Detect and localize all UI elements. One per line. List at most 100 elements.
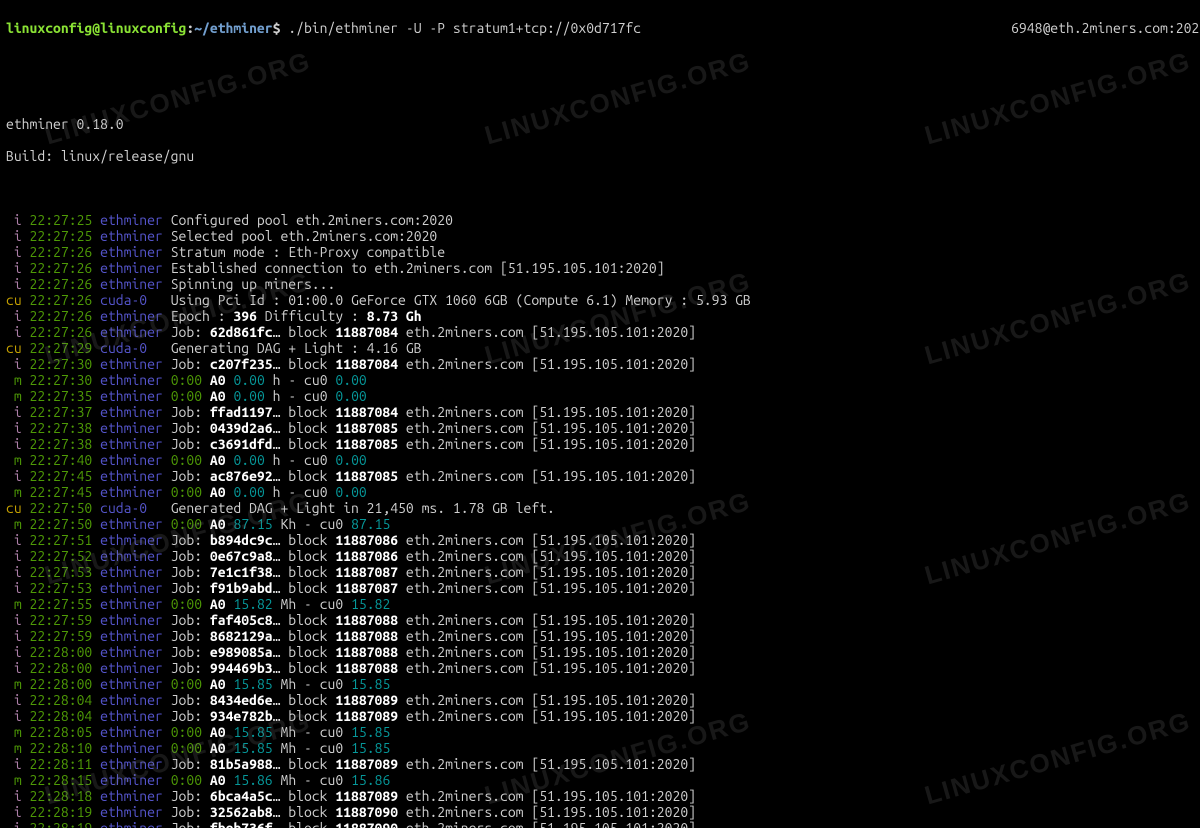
log-text: f91b9abd… xyxy=(210,580,281,596)
log-source: ethminer xyxy=(100,420,163,436)
stat-rate: 0.00 xyxy=(233,388,264,404)
log-text: Generating DAG + Light : 4.16 GB xyxy=(171,340,422,356)
version-line: ethminer 0.18.0 xyxy=(6,116,1194,132)
log-output: i 22:27:25 ethminer Configured pool eth.… xyxy=(6,212,1194,828)
log-text: Job: xyxy=(171,468,210,484)
prompt-user: linuxconfig xyxy=(6,20,92,36)
log-text: block xyxy=(280,420,335,436)
blank-line xyxy=(6,84,1194,100)
log-line: cu 22:27:29 cuda-0 Generating DAG + Ligh… xyxy=(6,340,1194,356)
log-tag: m xyxy=(6,516,22,532)
log-text: eth.2miners.com [51.195.105.101:2020] xyxy=(398,580,696,596)
log-text: Configured pool eth.2miners.com:2020 xyxy=(171,212,453,228)
log-text: block xyxy=(280,788,335,804)
log-text: 6bca4a5c… xyxy=(210,788,281,804)
stat-rate: 15.85 xyxy=(233,724,272,740)
log-line: i 22:27:51 ethminer Job: b894dc9c… block… xyxy=(6,532,1194,548)
log-text: Selected pool eth.2miners.com:2020 xyxy=(171,228,438,244)
log-text: block xyxy=(280,804,335,820)
log-time: 22:27:45 xyxy=(30,468,93,484)
stat-device-rate: 0.00 xyxy=(335,372,366,388)
log-text: eth.2miners.com [51.195.105.101:2020] xyxy=(398,660,696,676)
log-tag: i xyxy=(6,804,22,820)
log-text: eth.2miners.com [51.195.105.101:2020] xyxy=(398,468,696,484)
log-text: eth.2miners.com [51.195.105.101:2020] xyxy=(398,612,696,628)
log-time: 22:28:19 xyxy=(30,820,93,828)
log-line: i 22:27:25 ethminer Configured pool eth.… xyxy=(6,212,1194,228)
log-source: ethminer xyxy=(100,804,163,820)
log-source: ethminer xyxy=(100,708,163,724)
stat-rate: 15.85 xyxy=(233,676,272,692)
log-tag: i xyxy=(6,228,22,244)
log-source: ethminer xyxy=(100,468,163,484)
log-text: 11887087 xyxy=(335,564,398,580)
stat-accepted: A0 xyxy=(210,372,226,388)
stat-rate: 15.86 xyxy=(233,772,272,788)
log-tag: i xyxy=(6,532,22,548)
log-text: 11887087 xyxy=(335,580,398,596)
terminal[interactable]: linuxconfig@linuxconfig:~/ethminer$ ./bi… xyxy=(0,0,1200,828)
stat-rate: 0.00 xyxy=(233,452,264,468)
log-text: Difficulty : xyxy=(257,308,367,324)
log-text: block xyxy=(280,820,335,828)
log-text: Job: xyxy=(171,820,210,828)
log-text: 11887089 xyxy=(335,756,398,772)
log-text: Job: xyxy=(171,660,210,676)
log-source: cuda-0 xyxy=(100,500,163,516)
log-text: c207f235… xyxy=(210,356,281,372)
log-source: ethminer xyxy=(100,772,163,788)
log-text: 11887090 xyxy=(335,820,398,828)
log-text: Job: xyxy=(171,564,210,580)
stat-device-rate: 0.00 xyxy=(335,452,366,468)
stat-elapsed: 0:00 xyxy=(171,372,202,388)
stat-accepted: A0 xyxy=(210,772,226,788)
log-source: ethminer xyxy=(100,676,163,692)
stat-unit: Mh xyxy=(280,676,296,692)
log-text: 11887088 xyxy=(335,660,398,676)
stat-unit: h xyxy=(273,372,281,388)
stat-elapsed: 0:00 xyxy=(171,596,202,612)
log-source: ethminer xyxy=(100,596,163,612)
log-text: eth.2miners.com [51.195.105.101:2020] xyxy=(398,820,696,828)
log-line: i 22:28:04 ethminer Job: 934e782b… block… xyxy=(6,708,1194,724)
log-source: ethminer xyxy=(100,692,163,708)
log-time: 22:27:25 xyxy=(30,212,93,228)
log-time: 22:27:26 xyxy=(30,292,93,308)
stat-elapsed: 0:00 xyxy=(171,724,202,740)
stat-device-rate: 0.00 xyxy=(335,484,366,500)
stat-elapsed: 0:00 xyxy=(171,772,202,788)
log-tag: m xyxy=(6,484,22,500)
log-tag: i xyxy=(6,404,22,420)
log-tag: i xyxy=(6,628,22,644)
log-time: 22:27:37 xyxy=(30,404,93,420)
stat-accepted: A0 xyxy=(210,484,226,500)
log-time: 22:27:26 xyxy=(30,244,93,260)
log-line: m 22:27:40 ethminer 0:00 A0 0.00 h - cu0… xyxy=(6,452,1194,468)
log-time: 22:27:55 xyxy=(30,596,93,612)
stat-accepted: A0 xyxy=(210,596,226,612)
stat-rate: 15.82 xyxy=(233,596,272,612)
log-time: 22:27:59 xyxy=(30,628,93,644)
log-text: Established connection to eth.2miners.co… xyxy=(171,260,665,276)
log-time: 22:27:30 xyxy=(30,372,93,388)
log-text: Job: xyxy=(171,532,210,548)
stat-device: cu0 xyxy=(304,484,328,500)
stat-device-rate: 15.82 xyxy=(351,596,390,612)
log-line: i 22:27:38 ethminer Job: c3691dfd… block… xyxy=(6,436,1194,452)
log-line: i 22:27:59 ethminer Job: 8682129a… block… xyxy=(6,628,1194,644)
log-time: 22:27:26 xyxy=(30,324,93,340)
log-text: block xyxy=(280,532,335,548)
log-text: 11887088 xyxy=(335,644,398,660)
log-text: block xyxy=(280,356,335,372)
log-text: Job: xyxy=(171,324,210,340)
log-line: i 22:27:45 ethminer Job: ac876e92… block… xyxy=(6,468,1194,484)
command-left: ./bin/ethminer -U -P stratum1+tcp://0x0d… xyxy=(288,20,641,36)
log-source: ethminer xyxy=(100,788,163,804)
log-text: block xyxy=(280,708,335,724)
log-text: 11887089 xyxy=(335,788,398,804)
log-time: 22:28:00 xyxy=(30,676,93,692)
stat-elapsed: 0:00 xyxy=(171,484,202,500)
stat-unit: Mh xyxy=(280,772,296,788)
log-text: eth.2miners.com [51.195.105.101:2020] xyxy=(398,628,696,644)
blank-line xyxy=(6,52,1194,68)
